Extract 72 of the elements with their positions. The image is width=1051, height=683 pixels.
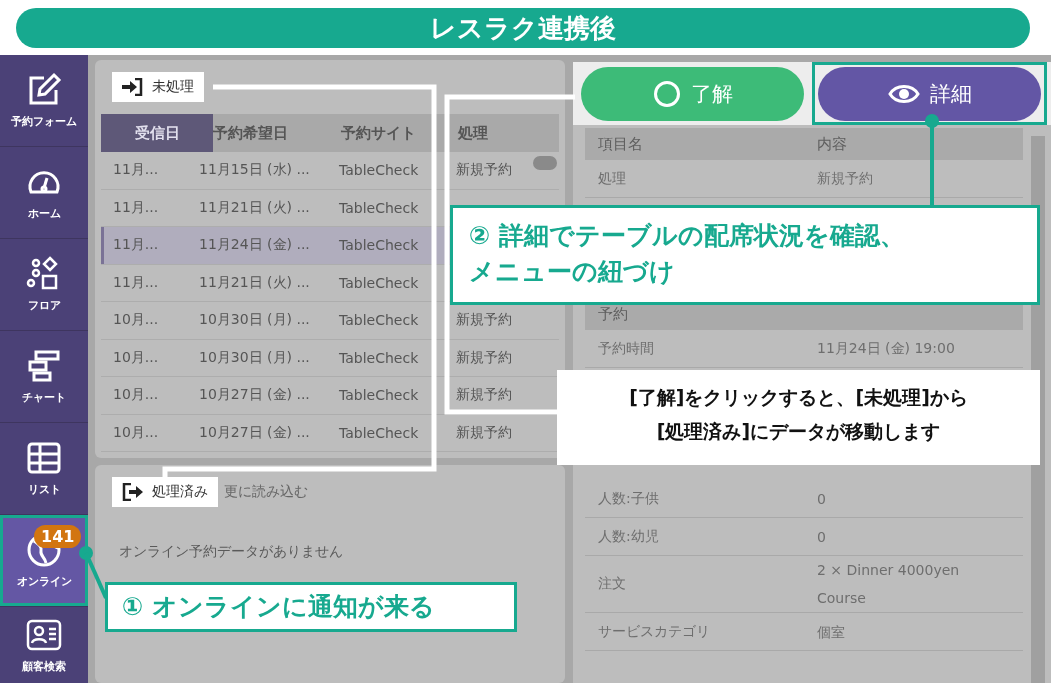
table-cell: 新規予約 — [456, 348, 512, 367]
field-value: 0 — [817, 527, 827, 547]
field-name: 人数:子供 — [598, 489, 660, 508]
field-value: 11月24日 (金) 19:00 — [817, 339, 955, 358]
table-cell: 新規予約 — [456, 311, 512, 330]
pending-label: 未処理 — [112, 72, 204, 102]
sidebar-item[interactable]: 顧客検索 — [0, 607, 88, 683]
action-button[interactable]: 了解 — [581, 66, 804, 121]
column-header[interactable]: 予約サイト — [341, 123, 416, 143]
table-cell: 10月27日 (金) ... — [199, 423, 310, 442]
table-cell: TableCheck — [339, 424, 419, 441]
table-cell: 11月21日 (火) ... — [199, 198, 310, 217]
table-cell: 新規予約 — [456, 423, 512, 442]
field-value: 2 × Dinner 4000yen Course — [817, 561, 961, 608]
table-cell: TableCheck — [339, 274, 419, 291]
processed-label: 処理済み — [112, 477, 218, 507]
table-cell: 10月27日 (金) ... — [199, 386, 310, 405]
sidebar-item[interactable]: フロア — [0, 239, 88, 330]
table-cell: 11月... — [113, 198, 159, 217]
table-cell: TableCheck — [339, 349, 419, 366]
callout-text: [了解]をクリックすると、[未処理]から — [628, 385, 969, 410]
circle-icon — [652, 79, 681, 108]
table-cell: 11月... — [113, 161, 159, 180]
table-cell: 11月21日 (火) ... — [199, 273, 310, 292]
table-cell: 10月... — [113, 386, 159, 405]
table-cell: TableCheck — [339, 312, 419, 329]
sidebar-item[interactable]: ホーム — [0, 147, 88, 238]
scroll-thumb[interactable] — [533, 156, 557, 170]
sign-out-icon — [122, 483, 144, 501]
callout-text: ① オンラインに通知が来る — [122, 591, 436, 623]
field-value: 新規予約 — [817, 169, 873, 188]
table-cell: 10月... — [113, 423, 159, 442]
sidebar-item[interactable]: 予約フォーム — [0, 55, 88, 146]
field-name: 処理 — [598, 169, 627, 188]
table-cell: 10月... — [113, 311, 159, 330]
table-cell: 10月... — [113, 348, 159, 367]
field-value: 個室 — [817, 622, 846, 642]
action-button[interactable]: 詳細 — [818, 66, 1041, 121]
table-cell: TableCheck — [339, 237, 419, 254]
column-header[interactable]: 予約希望日 — [213, 123, 288, 143]
title-banner: レスラク連携後 — [16, 8, 1030, 48]
eye-icon — [887, 82, 920, 105]
field-name: 予約時間 — [598, 339, 655, 358]
field-name: 人数:幼児 — [598, 527, 660, 546]
field-name: 注文 — [598, 575, 627, 593]
table-cell: 新規予約 — [456, 161, 512, 180]
sign-in-icon — [122, 78, 144, 96]
callout-text: [処理済み]にデータが移動します — [655, 419, 942, 445]
table-cell: 新規予約 — [456, 386, 512, 405]
table-cell: 10月30日 (月) ... — [199, 311, 310, 330]
field-name: サービスカテゴリ — [598, 622, 711, 641]
column-header[interactable]: 処理 — [458, 123, 488, 143]
column-header: 内容 — [817, 134, 847, 154]
table-row[interactable]: 10月... 10月30日 (月) ... TableCheck 新規予約 — [101, 339, 559, 377]
table-cell: 11月... — [113, 273, 159, 292]
table-icon — [26, 440, 62, 476]
gantt-icon — [26, 348, 62, 384]
table-cell: TableCheck — [339, 162, 419, 179]
load-more-link[interactable]: 更に読み込む — [224, 483, 308, 501]
table-cell: TableCheck — [339, 199, 419, 216]
table-cell: TableCheck — [339, 387, 419, 404]
column-header: 項目名 — [598, 134, 644, 154]
table-cell: 11月... — [113, 236, 159, 255]
column-header[interactable]: 受信日 — [101, 114, 213, 152]
field-value: 0 — [817, 489, 827, 509]
sidebar-item[interactable]: チャート — [0, 331, 88, 422]
table-cell: 11月15日 (水) ... — [199, 161, 310, 180]
empty-message: オンライン予約データがありません — [119, 543, 344, 561]
table-cell: 10月30日 (月) ... — [199, 348, 310, 367]
sidebar-item[interactable]: リスト — [0, 423, 88, 514]
table-cell: 11月24日 (金) ... — [199, 236, 310, 255]
notification-badge: 141 — [34, 525, 82, 548]
